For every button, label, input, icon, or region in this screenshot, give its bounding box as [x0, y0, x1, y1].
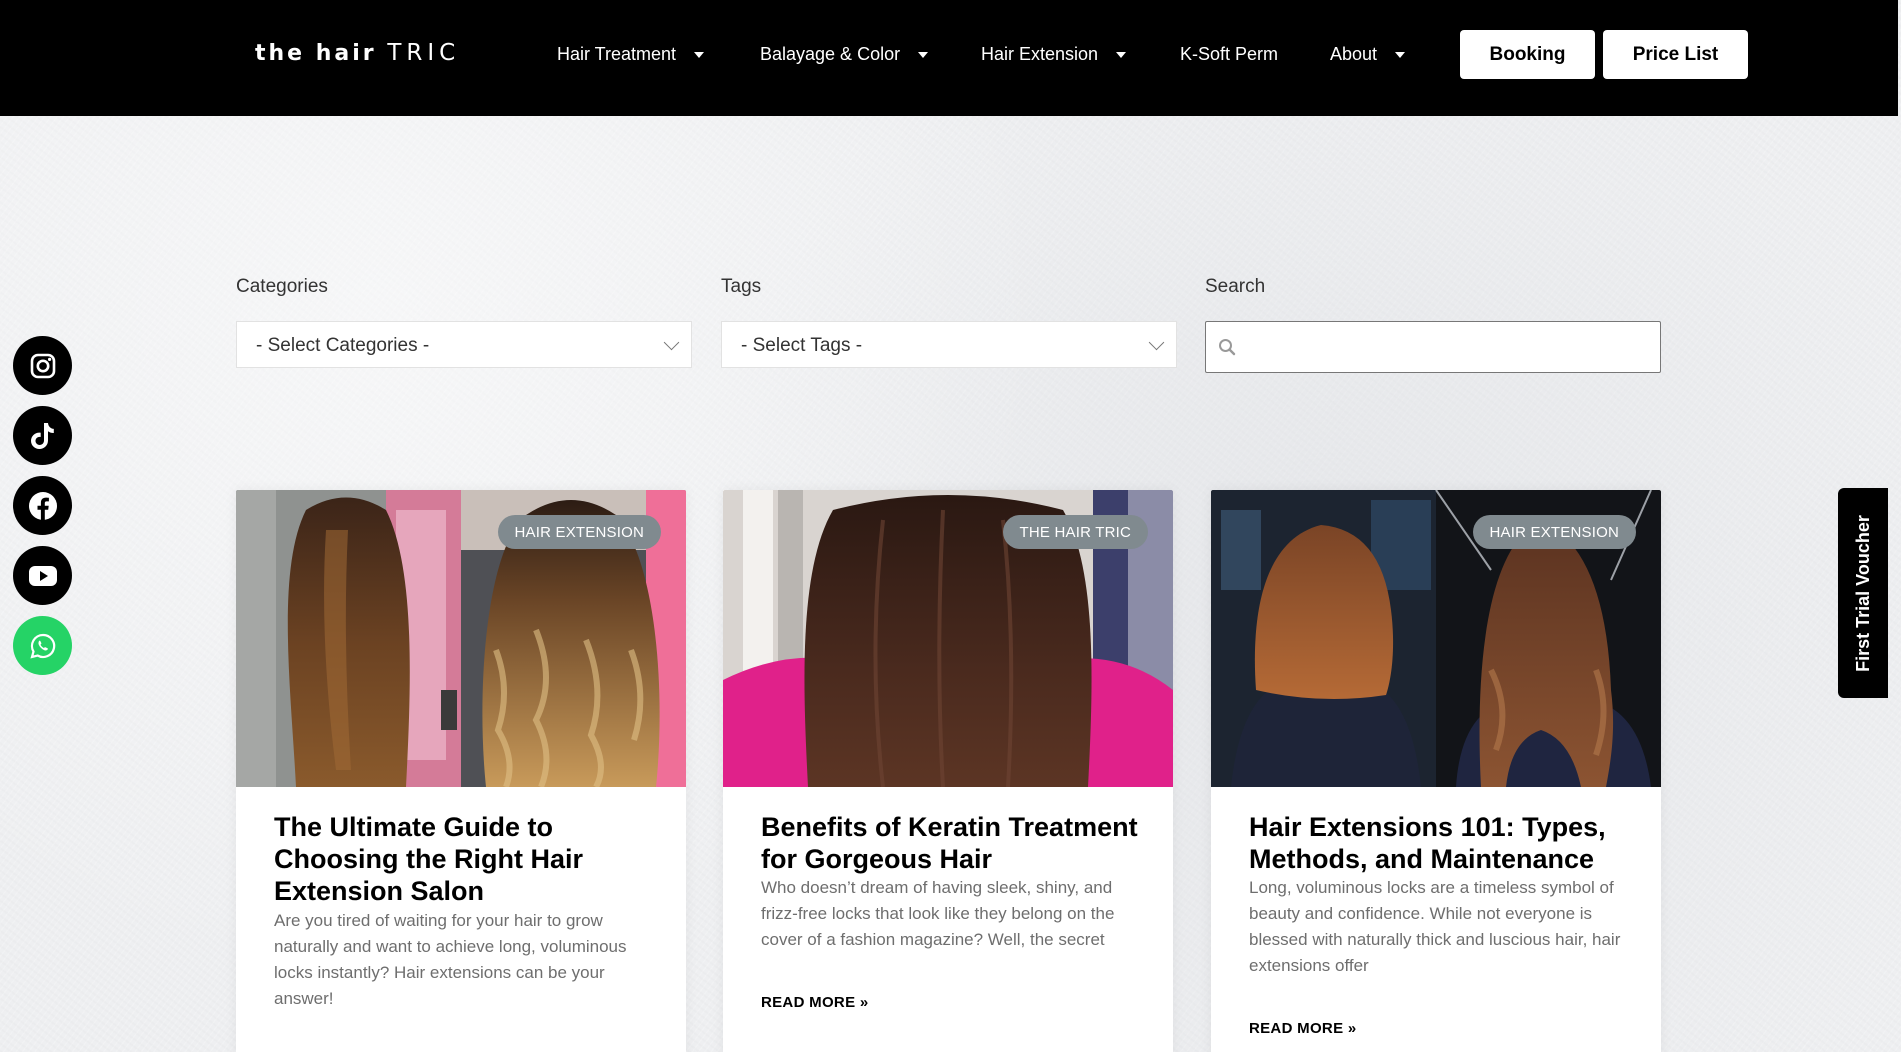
facebook-icon[interactable] — [13, 476, 72, 535]
logo-text: the hair — [255, 41, 377, 66]
search-icon — [1218, 338, 1236, 361]
youtube-icon[interactable] — [13, 546, 72, 605]
post-card: HAIR EXTENSION Hair Extensions 101: Type… — [1211, 490, 1661, 1052]
logo-accent-text: TRIC — [387, 40, 461, 66]
nav-label: Hair Extension — [981, 44, 1099, 64]
site-header: the hair TRIC Hair Treatment Balayage & … — [0, 0, 1898, 116]
search-input[interactable] — [1248, 330, 1648, 364]
post-title[interactable]: Benefits of Keratin Treatment for Gorgeo… — [761, 811, 1151, 875]
read-more-link[interactable]: READ MORE » — [761, 994, 868, 1011]
post-thumbnail[interactable]: HAIR EXTENSION — [236, 490, 686, 787]
whatsapp-icon[interactable] — [13, 616, 72, 675]
post-title[interactable]: Hair Extensions 101: Types, Methods, and… — [1249, 811, 1639, 875]
nav-label: K-Soft Perm — [1180, 44, 1279, 64]
nav-label: Hair Treatment — [557, 44, 677, 64]
tags-select[interactable]: - Select Tags - — [721, 321, 1177, 368]
nav-label: About — [1330, 44, 1378, 64]
voucher-label: First Trial Voucher — [1852, 514, 1873, 672]
caret-down-icon — [1395, 51, 1406, 58]
tags-label: Tags — [721, 276, 762, 297]
chevron-down-icon — [1148, 334, 1165, 351]
search-box — [1205, 321, 1661, 373]
instagram-icon[interactable] — [13, 336, 72, 395]
site-logo[interactable]: the hair TRIC — [255, 40, 460, 66]
nav-item-balayage-color[interactable]: Balayage & Color — [760, 44, 929, 65]
read-more-link[interactable]: READ MORE » — [1249, 1020, 1356, 1037]
post-category-badge[interactable]: THE HAIR TRIC — [1002, 515, 1148, 549]
nav-item-hair-treatment[interactable]: Hair Treatment — [557, 44, 705, 65]
nav-item-hair-extension[interactable]: Hair Extension — [981, 44, 1127, 65]
tags-select-value: - Select Tags - — [741, 335, 863, 356]
post-title[interactable]: The Ultimate Guide to Choosing the Right… — [274, 811, 664, 907]
post-excerpt: Long, voluminous locks are a timeless sy… — [1249, 878, 1621, 975]
caret-down-icon — [1116, 51, 1127, 58]
post-thumbnail[interactable]: THE HAIR TRIC — [723, 490, 1173, 787]
nav-item-k-soft-perm[interactable]: K-Soft Perm — [1180, 44, 1278, 65]
post-card: HAIR EXTENSION The Ultimate Guide to Cho… — [236, 490, 686, 1052]
nav-item-about[interactable]: About — [1330, 44, 1406, 65]
caret-down-icon — [918, 51, 929, 58]
post-excerpt: Who doesn’t dream of having sleek, shiny… — [761, 878, 1115, 949]
categories-label: Categories — [236, 276, 328, 297]
post-category-badge[interactable]: HAIR EXTENSION — [1472, 515, 1636, 549]
booking-button[interactable]: Booking — [1460, 30, 1595, 79]
categories-select-value: - Select Categories - — [256, 335, 430, 356]
post-category-badge[interactable]: HAIR EXTENSION — [497, 515, 661, 549]
price-list-button[interactable]: Price List — [1603, 30, 1748, 79]
search-label: Search — [1205, 276, 1266, 297]
post-excerpt: Are you tired of waiting for your hair t… — [274, 911, 627, 1008]
post-thumbnail[interactable]: HAIR EXTENSION — [1211, 490, 1661, 787]
chevron-down-icon — [663, 334, 680, 351]
nav-label: Balayage & Color — [760, 44, 901, 64]
first-trial-voucher-tab[interactable]: First Trial Voucher — [1838, 488, 1888, 698]
categories-select[interactable]: - Select Categories - — [236, 321, 692, 368]
caret-down-icon — [694, 51, 705, 58]
post-card: THE HAIR TRIC Benefits of Keratin Treatm… — [723, 490, 1173, 1052]
tiktok-icon[interactable] — [13, 406, 72, 465]
